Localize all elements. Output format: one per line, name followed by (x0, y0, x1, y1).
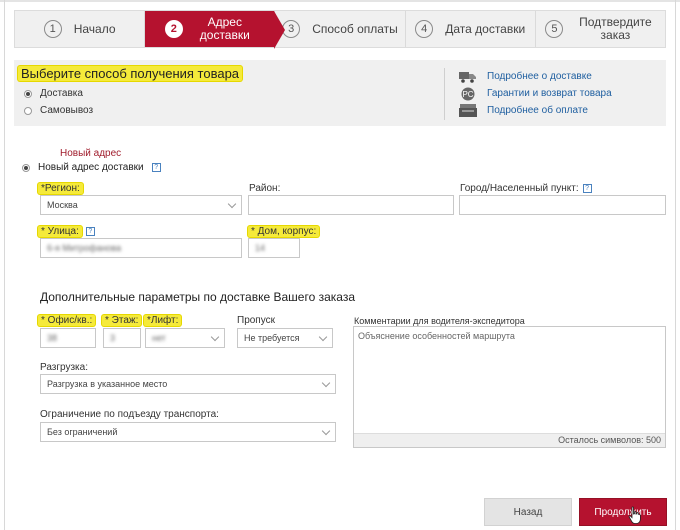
restriction-value: Без ограничений (47, 427, 118, 437)
street-label: * Улица: ? (38, 226, 95, 237)
step-address[interactable]: 2 Адрес доставки (145, 11, 286, 49)
help-icon[interactable]: ? (151, 163, 161, 172)
new-address-label: Новый адрес доставки (38, 162, 144, 173)
district-input[interactable] (248, 195, 454, 215)
house-label-text: * Дом, корпус: (248, 226, 320, 237)
radio-pickup[interactable] (24, 106, 32, 115)
district-label: Район: (249, 183, 281, 194)
radio-new-address[interactable] (22, 163, 30, 172)
region-label: *Регион: (38, 183, 83, 194)
info-link-guarantee[interactable]: PC Гарантии и возврат товара (459, 85, 612, 102)
step-confirm[interactable]: 5 Подтвердите заказ (536, 11, 665, 47)
lift-value: нет (152, 333, 166, 343)
hand-cursor-icon (628, 506, 641, 524)
new-address-option[interactable]: Новый адрес доставки ? (22, 162, 161, 173)
radio-delivery[interactable] (24, 89, 32, 98)
city-label-text: Город/Населенный пункт: (460, 183, 579, 194)
pass-label: Пропуск (237, 315, 275, 326)
register-icon (459, 104, 477, 117)
pass-value: Не требуется (244, 333, 300, 343)
step-label: Адрес доставки (199, 15, 250, 42)
step-date[interactable]: 4 Дата доставки (406, 11, 536, 47)
lift-label-text: *Лифт: (144, 315, 182, 326)
back-button[interactable]: Назад (484, 498, 572, 526)
street-value: 6-я Митрофанова (47, 243, 122, 253)
floor-label-text: * Этаж: (102, 315, 142, 326)
unload-select[interactable]: Разгрузка в указанное место (40, 374, 336, 394)
option-delivery[interactable]: Доставка (24, 88, 83, 99)
comment-textarea[interactable]: Объяснение особенностей маршрута Осталос… (353, 326, 666, 448)
street-label-text: * Улица: (38, 226, 82, 237)
region-value: Москва (47, 200, 78, 210)
unload-label: Разгрузка: (40, 362, 88, 373)
house-input[interactable]: 14 (248, 238, 300, 258)
office-input[interactable]: 38 (40, 328, 96, 348)
info-link-payment-text[interactable]: Подробнее об оплате (487, 105, 588, 116)
step-number: 2 (164, 20, 183, 38)
step-label: Способ оплаты (312, 21, 398, 36)
step-number: 5 (545, 20, 564, 38)
pass-select[interactable]: Не требуется (237, 328, 333, 348)
help-icon[interactable]: ? (85, 227, 95, 236)
checkout-stepper: 1 Начало 2 Адрес доставки 3 Способ оплат… (14, 10, 666, 49)
office-label: * Офис/кв.: (38, 315, 96, 326)
delivery-method-panel: Выберите способ получения товара Доставк… (14, 60, 666, 126)
info-link-guarantee-text[interactable]: Гарантии и возврат товара (487, 88, 612, 99)
step-label: Подтвердите заказ (579, 15, 652, 42)
new-address-caption: Новый адрес (60, 148, 122, 159)
office-label-text: * Офис/кв.: (38, 315, 96, 326)
lift-label: *Лифт: (144, 315, 182, 326)
step-number: 1 (43, 20, 62, 38)
comment-placeholder: Объяснение особенностей маршрута (358, 331, 515, 341)
chars-left-counter: Осталось символов: 500 (354, 433, 665, 447)
step-label: Дата доставки (445, 21, 526, 36)
delivery-method-title: Выберите способ получения товара (18, 66, 243, 81)
floor-value: 3 (110, 333, 116, 343)
extra-params-title: Дополнительные параметры по доставке Ваш… (40, 290, 355, 304)
continue-button[interactable]: Продолжить (579, 498, 667, 526)
truck-icon (459, 70, 477, 83)
house-label: * Дом, корпус: (248, 226, 320, 237)
restriction-label: Ограничение по подъезду транспорта: (40, 409, 219, 420)
option-delivery-label: Доставка (40, 88, 83, 99)
info-link-payment[interactable]: Подробнее об оплате (459, 102, 612, 119)
house-value: 14 (255, 243, 266, 253)
step-number: 4 (415, 20, 434, 38)
floor-label: * Этаж: (102, 315, 142, 326)
floor-input[interactable]: 3 (103, 328, 141, 348)
help-icon[interactable]: ? (582, 184, 592, 193)
office-value: 38 (47, 333, 58, 343)
comment-label: Комментарии для водителя-экспедитора (354, 316, 525, 326)
guarantee-icon: PC (459, 87, 477, 100)
street-input[interactable]: 6-я Митрофанова (40, 238, 242, 258)
info-link-delivery[interactable]: Подробнее о доставке (459, 68, 612, 85)
lift-select[interactable]: нет (145, 328, 225, 348)
city-input[interactable] (459, 195, 666, 215)
region-select[interactable]: Москва (40, 195, 242, 215)
step-payment[interactable]: 3 Способ оплаты (275, 11, 406, 47)
option-pickup[interactable]: Самовывоз (24, 105, 93, 116)
city-label: Город/Населенный пункт: ? (460, 183, 592, 194)
option-pickup-label: Самовывоз (40, 105, 94, 116)
restriction-select[interactable]: Без ограничений (40, 422, 336, 442)
step-start[interactable]: 1 Начало (15, 11, 146, 47)
svg-text:PC: PC (462, 90, 473, 99)
info-links: Подробнее о доставке PC Гарантии и возвр… (444, 68, 612, 120)
unload-value: Разгрузка в указанное место (47, 379, 168, 389)
step-label: Начало (73, 21, 116, 36)
info-link-delivery-text[interactable]: Подробнее о доставке (487, 71, 592, 82)
region-label-text: *Регион: (38, 183, 83, 194)
